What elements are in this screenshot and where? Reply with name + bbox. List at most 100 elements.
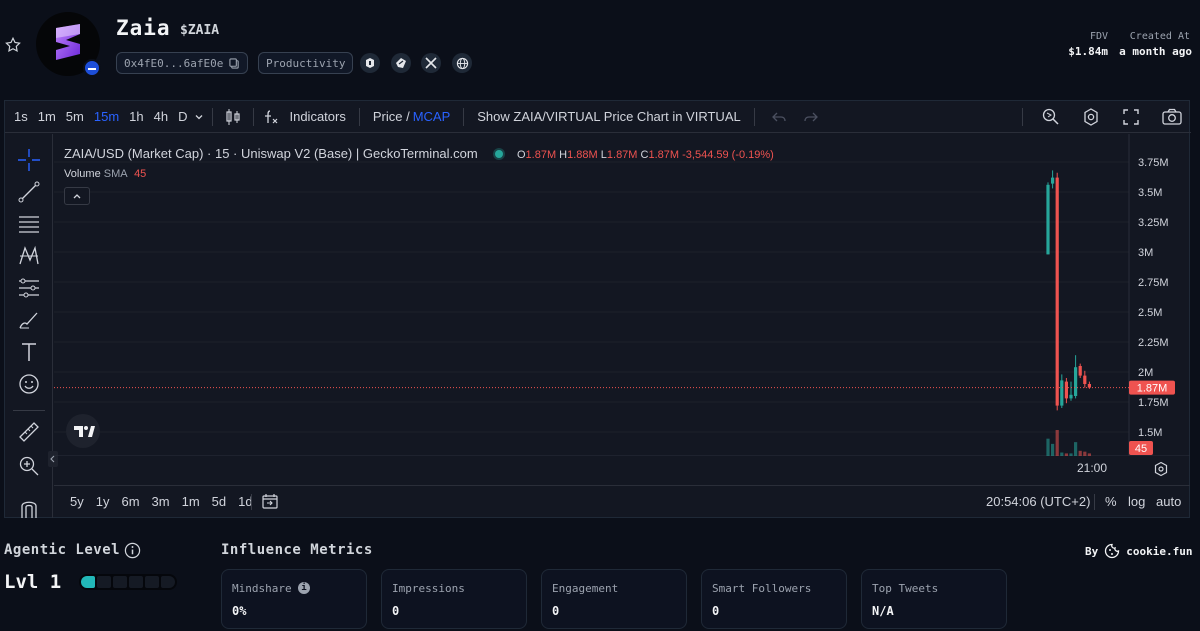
zoom-in-icon[interactable] [17,454,41,478]
quick-search-icon[interactable] [1041,107,1061,127]
y-tick-label: 1.5M [1138,427,1162,439]
info-icon[interactable] [124,542,141,559]
category-chip[interactable]: Productivity [258,52,354,74]
website-globe-icon[interactable] [452,53,472,73]
token-ticker: $ZAIA [180,23,220,38]
redo-icon[interactable] [803,109,819,125]
text-tool-icon[interactable] [17,340,41,364]
virtuals-link-icon[interactable] [360,53,380,73]
range-5d[interactable]: 5d [206,494,232,509]
emoji-icon[interactable] [17,372,41,396]
show-virtual-chart-button[interactable]: Show ZAIA/VIRTUAL Price Chart in VIRTUAL [472,109,745,124]
address-text: 0x4fE0...6afE0e [124,56,224,70]
screenshot-camera-icon[interactable] [1161,107,1183,127]
axis-settings-icon[interactable] [1153,461,1169,477]
range-5y[interactable]: 5y [64,494,90,509]
brush-icon[interactable] [17,308,41,332]
price-chart[interactable]: 3.75M 3.5M 3.25M 3M 2.75M 2.5M 2.25M 2M 1.75M 1.5… [54,134,1190,456]
candle-body [1060,380,1064,406]
log-scale-toggle[interactable]: log [1128,494,1145,509]
category-text: Productivity [266,56,346,70]
timezone-clock[interactable]: 20:54:06 (UTC+2) [986,494,1090,509]
metric-card-mindshare: Mindshare 0% i [221,569,367,629]
created-value: a month ago [1119,45,1192,58]
interval-15m[interactable]: 15m [89,109,124,124]
volume-bar [1060,452,1064,456]
volume-sma-tag: 45 [1129,441,1153,455]
range-1m[interactable]: 1m [176,494,206,509]
volume-bar [1078,450,1082,456]
candle-body [1051,177,1055,184]
ruler-icon[interactable] [17,420,41,444]
interval-1h[interactable]: 1h [124,109,148,124]
interval-5m[interactable]: 5m [61,109,89,124]
level-segment [97,576,111,588]
chain-badge-icon [83,59,101,77]
percent-scale-toggle[interactable]: % [1105,494,1117,509]
time-axis-label: 21:00 [1077,461,1108,475]
interval-4h[interactable]: 4h [149,109,173,124]
pattern-tool-icon[interactable] [17,244,41,268]
level-segment [161,576,175,588]
indicators-fx-icon[interactable] [262,108,280,126]
auto-scale-toggle[interactable]: auto [1156,494,1181,509]
price-toggle[interactable]: Price / [368,109,413,124]
range-1d[interactable]: 1d [232,494,258,509]
copy-icon[interactable] [229,57,240,69]
chart-legend: ZAIA/USD (Market Cap) · 15 · Uniswap V2 … [64,146,774,161]
range-3m[interactable]: 3m [146,494,176,509]
fib-retracement-icon[interactable] [17,212,41,236]
trend-line-icon[interactable] [17,180,41,204]
drawing-toolbar [5,134,53,518]
y-tick-label: 3.75M [1138,157,1169,169]
favorite-star-icon[interactable] [4,36,22,54]
metric-value: N/A [872,604,894,618]
x-twitter-icon[interactable] [421,53,441,73]
metric-card-top-tweets: Top Tweets N/A [861,569,1007,629]
interval-1m[interactable]: 1m [33,109,61,124]
range-6m[interactable]: 6m [115,494,145,509]
y-tick-label: 2M [1138,367,1153,379]
explorer-link-icon[interactable] [391,53,411,73]
candle-body [1055,177,1059,406]
tradingview-logo[interactable] [66,414,100,448]
crosshair-icon[interactable] [17,148,41,172]
range-group: 5y 1y 6m 3m 1m 5d 1d [64,494,259,509]
undo-icon[interactable] [771,109,787,125]
goto-date-icon[interactable] [261,493,279,511]
metric-value: 0% [232,604,247,618]
y-tick-label: 3.5M [1138,187,1162,199]
collapse-legend-button[interactable] [64,187,90,205]
sma-label: SMA [103,168,127,180]
address-chip[interactable]: 0x4fE0...6afE0e [116,52,249,74]
mcap-toggle[interactable]: MCAP [413,109,456,124]
mindshare-info-icon[interactable]: i [298,582,310,594]
interval-D[interactable]: D [173,109,192,124]
interval-group: 1s 1m 5m 15m 1h 4h D [5,109,192,124]
candle-style-icon[interactable] [225,108,241,126]
agentic-level-bar [79,574,177,590]
chevron-down-icon[interactable] [194,112,204,122]
influence-metrics-title: Influence Metrics [221,542,373,558]
powered-by[interactable]: By cookie.fun [1085,543,1192,559]
interval-1s[interactable]: 1s [9,109,33,124]
y-tick-label: 2.75M [1138,277,1169,289]
brand-label: cookie.fun [1126,544,1193,558]
forecast-tool-icon[interactable] [17,276,41,300]
magnet-icon[interactable] [17,494,41,518]
settings-gear-icon[interactable] [1081,107,1101,127]
volume-bar [1074,442,1078,456]
symbol-title[interactable]: ZAIA/USD (Market Cap) · 15 · Uniswap V2 … [64,146,478,161]
chevron-up-icon [73,194,81,199]
bottom-toolbar: 5y 1y 6m 3m 1m 5d 1d 20:54:06 (UTC+2) % log au… [54,485,1190,517]
level-segment [81,576,95,588]
fullscreen-icon[interactable] [1121,107,1141,127]
range-1y[interactable]: 1y [90,494,116,509]
metric-card-smart-followers: Smart Followers 0 [701,569,847,629]
by-label: By [1085,544,1099,558]
cookie-icon [1105,543,1120,559]
volume-label[interactable]: Volume [64,168,101,180]
y-tick-label: 2.5M [1138,307,1162,319]
indicators-button[interactable]: Indicators [284,109,350,124]
candle-body [1078,366,1082,376]
